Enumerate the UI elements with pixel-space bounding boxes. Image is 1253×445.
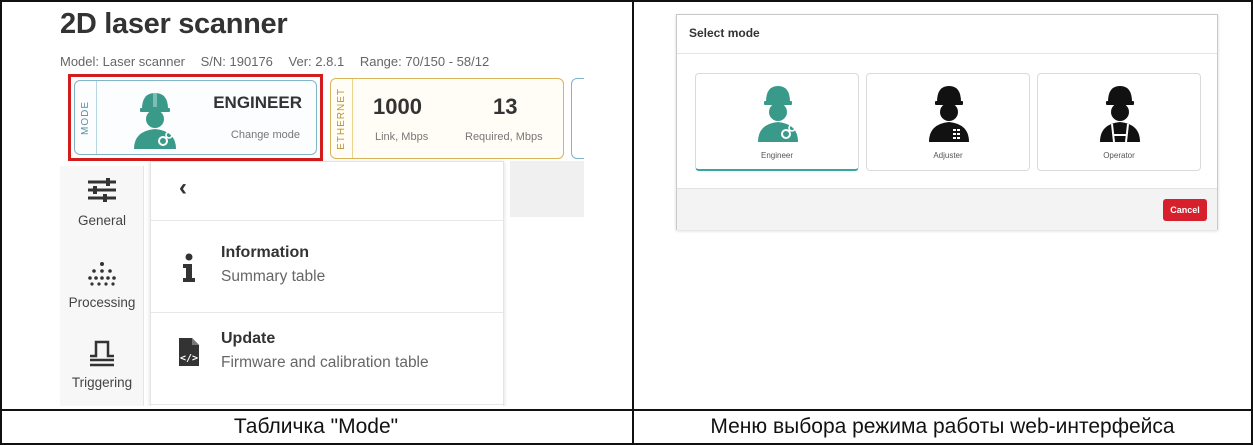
next-status-card xyxy=(571,78,584,159)
back-chevron-icon[interactable]: ‹ xyxy=(179,174,187,202)
mode-side-tab: MODE xyxy=(75,81,97,154)
mode-option-label: Adjuster xyxy=(933,151,963,160)
dialog-footer: Cancel xyxy=(677,188,1217,230)
sliders-icon xyxy=(88,178,116,202)
menu-item-update[interactable]: </> Update Firmware and calibration tabl… xyxy=(151,314,503,398)
mode-name: ENGINEER xyxy=(213,93,302,112)
menu-item-title: Update xyxy=(221,330,276,347)
sidebar-item-triggering[interactable]: Triggering xyxy=(60,330,144,400)
link-speed-label: Link, Mbps xyxy=(375,131,429,143)
ethernet-side-label: ETHERNET xyxy=(336,87,347,150)
change-mode-link[interactable]: Change mode xyxy=(231,129,300,141)
dots-icon xyxy=(88,262,116,286)
serial-text: S/N: 190176 xyxy=(200,54,273,69)
engineer-icon xyxy=(134,93,176,149)
web-interface-screenshot: 2D laser scanner Model: Laser scanner S/… xyxy=(60,6,584,406)
model-text: Model: Laser scanner xyxy=(60,54,186,69)
link-speed-value: 1000 xyxy=(373,94,422,119)
code-file-icon: </> xyxy=(179,338,199,366)
adjuster-icon xyxy=(929,86,969,142)
sidebar-item-label: Processing xyxy=(68,295,136,310)
menu-item-subtitle: Firmware and calibration table xyxy=(221,354,429,371)
menu-item-title: Information xyxy=(221,244,309,261)
dialog-title: Select mode xyxy=(689,26,760,40)
menu-item-information[interactable]: Information Summary table xyxy=(151,222,503,306)
mode-option-engineer[interactable]: Engineer xyxy=(695,73,859,171)
menu-item-subtitle: Summary table xyxy=(221,268,326,285)
caption-mode-plate: Табличка "Mode" xyxy=(233,415,399,438)
required-speed-label: Required, Mbps xyxy=(465,131,543,143)
menu-divider xyxy=(151,220,503,221)
ethernet-card: ETHERNET 1000 Link, Mbps 13 Required, Mb… xyxy=(330,78,564,159)
operator-icon xyxy=(1100,86,1140,143)
select-mode-dialog: Select mode Engineer Adjuster Operator C… xyxy=(676,14,1218,230)
column-divider xyxy=(632,0,634,443)
sidebar-item-processing[interactable]: Processing xyxy=(60,250,144,320)
trigger-icon xyxy=(90,340,114,367)
app-title: 2D laser scanner xyxy=(60,8,288,40)
mode-option-label: Operator xyxy=(1103,151,1135,160)
svg-text:</>: </> xyxy=(180,353,198,364)
caption-mode-menu: Меню выбора режима работы web-интерфейса xyxy=(710,415,1175,438)
device-info: Model: Laser scanner S/N: 190176 Ver: 2.… xyxy=(60,54,501,69)
engineer-icon xyxy=(758,86,798,142)
info-icon xyxy=(183,253,195,282)
ethernet-side-tab: ETHERNET xyxy=(331,79,353,158)
mode-option-label: Engineer xyxy=(760,151,794,160)
general-submenu: ‹ Information Summary table </> Update F… xyxy=(150,161,504,406)
menu-divider xyxy=(151,312,503,313)
cancel-button[interactable]: Cancel xyxy=(1163,199,1207,221)
sidebar-item-general[interactable]: General xyxy=(60,168,144,238)
sidebar-item-label: General xyxy=(77,213,127,228)
mode-option-adjuster[interactable]: Adjuster xyxy=(866,73,1030,171)
mode-card-highlight: MODE ENGINEER Change mode xyxy=(68,74,323,161)
sidebar-item-label: Triggering xyxy=(71,375,133,390)
dialog-header-divider xyxy=(677,53,1217,54)
mode-side-label: MODE xyxy=(80,100,91,135)
version-text: Ver: 2.8.1 xyxy=(288,54,345,69)
mode-option-operator[interactable]: Operator xyxy=(1037,73,1201,171)
menu-divider xyxy=(151,404,503,405)
content-header-strip xyxy=(510,161,584,217)
range-text: Range: 70/150 - 58/12 xyxy=(359,54,490,69)
mode-card[interactable]: MODE ENGINEER Change mode xyxy=(74,80,317,155)
required-speed-value: 13 xyxy=(493,94,518,119)
sidebar: General Processing Triggering xyxy=(60,166,144,406)
